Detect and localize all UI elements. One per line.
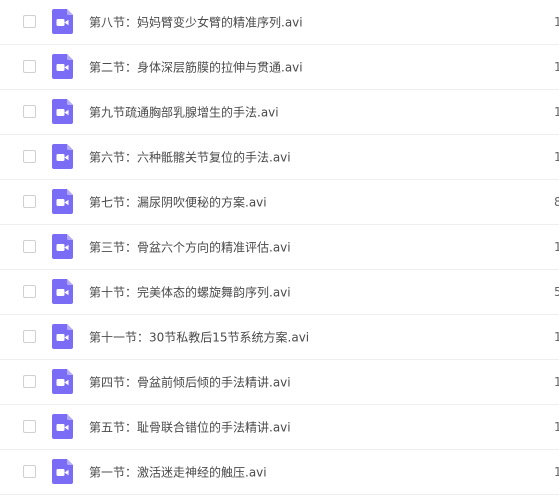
file-row[interactable]: 第七节：漏尿阴吹便秘的方案.avi 8: [0, 180, 559, 225]
file-name: 第十一节：30节私教后15节系统方案.avi: [89, 330, 310, 345]
file-row[interactable]: 第一节：激活迷走神经的触压.avi 1: [0, 450, 559, 495]
file-name: 第六节：六种骶髂关节复位的手法.avi: [89, 150, 291, 165]
row-checkbox[interactable]: [23, 420, 36, 433]
video-file-icon: [52, 189, 73, 214]
file-name: 第四节：骨盆前倾后倾的手法精讲.avi: [89, 375, 291, 390]
row-checkbox[interactable]: [23, 375, 36, 388]
file-size-partial: 1: [554, 240, 559, 254]
file-row[interactable]: 第九节疏通胸部乳腺增生的手法.avi 1: [0, 90, 559, 135]
file-size-partial: 8: [554, 195, 559, 209]
file-row[interactable]: 第四节：骨盆前倾后倾的手法精讲.avi 1: [0, 360, 559, 405]
file-name: 第十节：完美体态的螺旋舞韵序列.avi: [89, 285, 291, 300]
row-checkbox[interactable]: [23, 465, 36, 478]
video-file-icon: [52, 54, 73, 79]
file-row[interactable]: 第五节：耻骨联合错位的手法精讲.avi 1: [0, 405, 559, 450]
file-name: 第一节：激活迷走神经的触压.avi: [89, 465, 267, 480]
file-size-partial: 1: [554, 420, 559, 434]
video-file-icon: [52, 459, 73, 484]
file-size-partial: 1: [554, 375, 559, 389]
video-file-icon: [52, 414, 73, 439]
video-file-icon: [52, 369, 73, 394]
row-checkbox[interactable]: [23, 240, 36, 253]
row-checkbox[interactable]: [23, 150, 36, 163]
file-size-partial: 1: [554, 330, 559, 344]
row-checkbox[interactable]: [23, 330, 36, 343]
video-file-icon: [52, 234, 73, 259]
file-size-partial: 5: [554, 285, 559, 299]
file-size-partial: 1: [554, 60, 559, 74]
file-size-partial: 1: [554, 105, 559, 119]
video-file-icon: [52, 144, 73, 169]
row-checkbox[interactable]: [23, 15, 36, 28]
file-row[interactable]: 第六节：六种骶髂关节复位的手法.avi 1: [0, 135, 559, 180]
file-size-partial: 1: [554, 150, 559, 164]
file-row[interactable]: 第二节：身体深层筋膜的拉伸与贯通.avi 1: [0, 45, 559, 90]
row-checkbox[interactable]: [23, 60, 36, 73]
video-file-icon: [52, 324, 73, 349]
row-checkbox[interactable]: [23, 285, 36, 298]
file-row[interactable]: 第十节：完美体态的螺旋舞韵序列.avi 5: [0, 270, 559, 315]
file-name: 第九节疏通胸部乳腺增生的手法.avi: [89, 105, 279, 120]
video-file-icon: [52, 99, 73, 124]
file-name: 第七节：漏尿阴吹便秘的方案.avi: [89, 195, 267, 210]
file-row[interactable]: 第八节：妈妈臂变少女臂的精准序列.avi 1: [0, 0, 559, 45]
file-name: 第三节：骨盆六个方向的精准评估.avi: [89, 240, 291, 255]
row-checkbox[interactable]: [23, 195, 36, 208]
file-name: 第八节：妈妈臂变少女臂的精准序列.avi: [89, 15, 303, 30]
file-name: 第五节：耻骨联合错位的手法精讲.avi: [89, 420, 291, 435]
file-list: 第八节：妈妈臂变少女臂的精准序列.avi 1 第二节：身体深层筋膜的拉伸与贯通.av…: [0, 0, 559, 502]
file-size-partial: 1: [554, 465, 559, 479]
file-name: 第二节：身体深层筋膜的拉伸与贯通.avi: [89, 60, 303, 75]
video-file-icon: [52, 279, 73, 304]
file-row[interactable]: 第十一节：30节私教后15节系统方案.avi 1: [0, 315, 559, 360]
row-checkbox[interactable]: [23, 105, 36, 118]
file-row[interactable]: 第三节：骨盆六个方向的精准评估.avi 1: [0, 225, 559, 270]
video-file-icon: [52, 9, 73, 34]
file-size-partial: 1: [554, 15, 559, 29]
